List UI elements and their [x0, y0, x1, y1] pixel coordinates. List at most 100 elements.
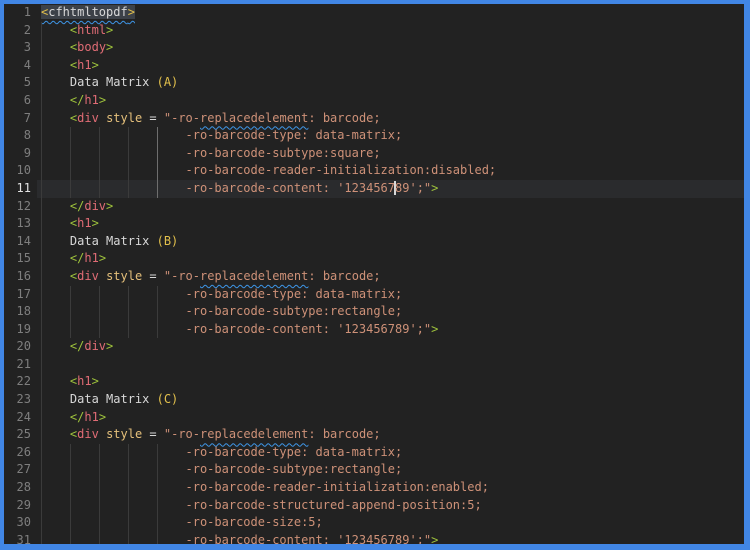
indent-guide	[41, 303, 42, 321]
line-number: 7	[23, 110, 31, 125]
code-line[interactable]: 3 <body>	[4, 39, 744, 57]
line-number: 31	[16, 532, 31, 547]
code-text: <div style = "-ro-replacedelement: barco…	[69, 268, 381, 283]
code-line[interactable]: 5 Data Matrix (A)	[4, 74, 744, 92]
indent-guide	[41, 250, 42, 268]
indent-guide	[127, 144, 129, 163]
code-text: -ro-barcode-content: '123456789';">	[41, 321, 439, 336]
code-line[interactable]: 7 <div style = "-ro-replacedelement: bar…	[4, 109, 744, 128]
code-line[interactable]: 29 -ro-barcode-structured-append-positio…	[4, 496, 744, 515]
line-number: 23	[16, 392, 31, 407]
line-number: 24	[16, 409, 31, 424]
indent-guide	[69, 285, 71, 304]
indent-guide	[41, 74, 42, 92]
line-number: 8	[23, 128, 31, 143]
code-text: <div style = "-ro-replacedelement: barco…	[69, 110, 381, 125]
code-line[interactable]: 17 -ro-barcode-type: data-matrix;	[4, 285, 744, 304]
code-text: Data Matrix (C)	[41, 392, 179, 407]
indent-guide	[69, 162, 71, 180]
code-line[interactable]: 6 </h1>	[4, 91, 744, 110]
code-line[interactable]: 22 <h1>	[4, 373, 744, 392]
code-line[interactable]: 19 -ro-barcode-content: '123456789';">	[4, 320, 744, 339]
indent-guide	[127, 285, 129, 304]
code-line[interactable]: 28 -ro-barcode-reader-initialization:ena…	[4, 479, 744, 497]
code-text: -ro-barcode-type: data-matrix;	[41, 444, 403, 459]
indent-guide	[98, 127, 100, 145]
indent-guide	[156, 162, 158, 180]
indent-guide	[41, 285, 42, 304]
indent-guide	[69, 496, 71, 515]
code-line[interactable]: 31 -ro-barcode-content: '123456789';">	[4, 531, 744, 547]
indent-guide	[98, 531, 100, 544]
code-editor[interactable]: 1 <cfhtmltopdf> 2 <html> 3 <body> 4 <h1> 5 Da…	[4, 4, 744, 544]
code-text: </h1>	[69, 92, 107, 107]
code-line[interactable]: 10 -ro-barcode-reader-initialization:dis…	[4, 162, 744, 180]
indent-guide	[98, 320, 100, 339]
indent-guide	[41, 56, 42, 75]
code-line[interactable]: 16 <div style = "-ro-replacedelement: ba…	[4, 267, 744, 286]
indent-guide	[127, 531, 129, 544]
indent-guide	[127, 461, 129, 480]
indent-guide	[127, 514, 129, 532]
code-text: </div>	[69, 198, 114, 213]
code-line[interactable]: 20 </div>	[4, 338, 744, 356]
code-text: Data Matrix (A)	[41, 75, 179, 90]
code-text: </div>	[69, 339, 114, 354]
code-text: <h1>	[69, 57, 99, 72]
indent-guide	[41, 197, 42, 216]
indent-guide	[127, 479, 129, 497]
line-number: 6	[23, 92, 31, 107]
code-line[interactable]: 11 -ro-barcode-content: '123456789';">	[4, 179, 744, 198]
line-number: 4	[23, 57, 31, 72]
code-line[interactable]: 21	[4, 355, 744, 374]
indent-guide	[98, 443, 100, 462]
line-number: 22	[16, 374, 31, 389]
indent-guide	[127, 127, 129, 145]
indent-guide	[41, 391, 42, 409]
indent-guide	[98, 461, 100, 480]
indent-guide	[41, 320, 42, 339]
indent-guide	[41, 373, 42, 392]
code-line[interactable]: 4 <h1>	[4, 56, 744, 75]
code-line[interactable]: 14 Data Matrix (B)	[4, 232, 744, 251]
indent-guide	[41, 144, 42, 163]
indent-guide	[156, 461, 158, 480]
code-text: -ro-barcode-structured-append-position:5…	[41, 497, 482, 512]
indent-guide	[69, 303, 71, 321]
indent-guide	[127, 179, 129, 198]
code-line[interactable]: 2 <html>	[4, 21, 744, 40]
indent-guide	[98, 496, 100, 515]
indent-guide	[98, 514, 100, 532]
indent-guide	[41, 443, 42, 462]
code-line[interactable]: 1 <cfhtmltopdf>	[4, 4, 744, 22]
code-line[interactable]: 27 -ro-barcode-subtype:rectangle;	[4, 461, 744, 480]
code-line[interactable]: 12 </div>	[4, 197, 744, 216]
line-number: 13	[16, 216, 31, 231]
line-number: 1	[23, 5, 31, 19]
code-line[interactable]: 25 <div style = "-ro-replacedelement: ba…	[4, 426, 744, 444]
code-text: -ro-barcode-content: '123456789';">	[41, 532, 439, 547]
indent-guide	[98, 179, 100, 198]
code-line[interactable]: 15 </h1>	[4, 250, 744, 268]
code-line[interactable]: 24 </h1>	[4, 408, 744, 427]
code-line[interactable]: 9 -ro-barcode-subtype:square;	[4, 144, 744, 163]
code-text: -ro-barcode-type: data-matrix;	[41, 286, 403, 301]
indent-guide	[98, 479, 100, 497]
line-number: 9	[23, 145, 31, 160]
indent-guide	[41, 109, 42, 128]
line-number: 15	[16, 251, 31, 266]
indent-guide	[69, 514, 71, 532]
code-text: -ro-barcode-type: data-matrix;	[41, 128, 403, 143]
indent-guide	[156, 285, 158, 304]
indent-guide	[41, 179, 42, 198]
code-line[interactable]: 18 -ro-barcode-subtype:rectangle;	[4, 303, 744, 321]
code-line[interactable]: 13 <h1>	[4, 215, 744, 233]
code-line[interactable]: 23 Data Matrix (C)	[4, 391, 744, 409]
indent-guide	[98, 285, 100, 304]
code-line[interactable]: 26 -ro-barcode-type: data-matrix;	[4, 443, 744, 462]
indent-guide	[69, 144, 71, 163]
indent-guide	[127, 443, 129, 462]
indent-guide	[41, 355, 42, 374]
code-line[interactable]: 8 -ro-barcode-type: data-matrix;	[4, 127, 744, 145]
code-line[interactable]: 30 -ro-barcode-size:5;	[4, 514, 744, 532]
